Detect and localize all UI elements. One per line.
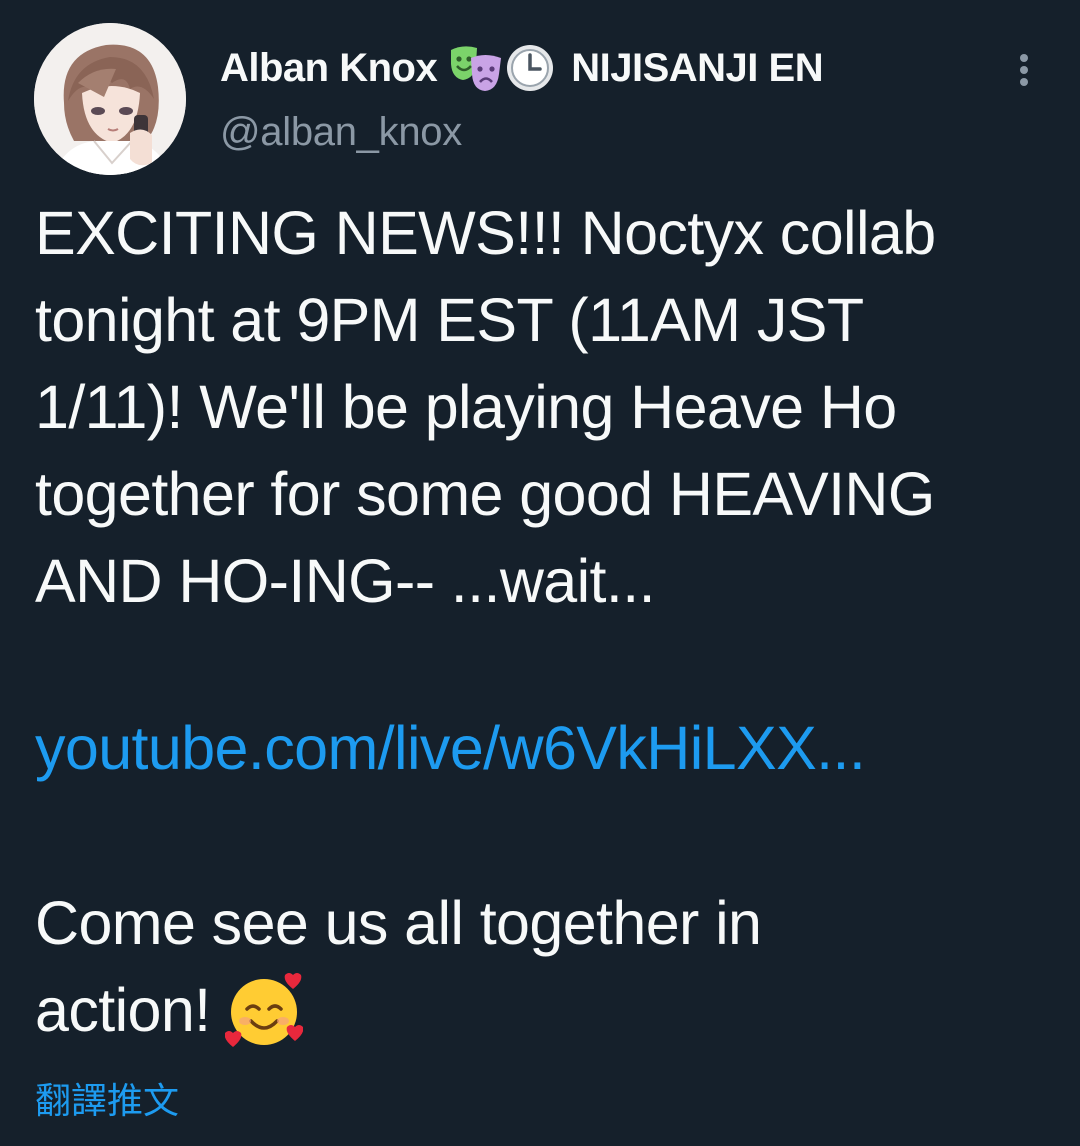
- more-options-icon[interactable]: [1006, 50, 1042, 90]
- translate-tweet-link[interactable]: 翻譯推文: [35, 1072, 179, 1124]
- tweet[interactable]: Alban Knox NIJISANJI EN @alban_knox EXCI…: [0, 0, 1080, 1146]
- smiling-face-with-hearts-icon: [224, 971, 303, 1049]
- avatar-image: [34, 23, 186, 175]
- tweet-link[interactable]: youtube.com/live/w6VkHiLXX...: [35, 705, 866, 792]
- tweet-body: EXCITING NEWS!!! Noctyx collab tonight a…: [35, 190, 1065, 625]
- user-handle[interactable]: @alban_knox: [220, 110, 462, 155]
- tweet-closing: Come see us all together in action!: [35, 880, 1065, 1054]
- closing-line-2: action!: [35, 976, 211, 1044]
- affiliation-label: NIJISANJI EN: [571, 45, 824, 90]
- name-row: Alban Knox NIJISANJI EN: [220, 42, 824, 94]
- display-name[interactable]: Alban Knox: [220, 46, 438, 91]
- closing-line-1: Come see us all together in: [35, 889, 762, 957]
- performing-arts-icon: [449, 44, 503, 92]
- avatar[interactable]: [34, 23, 186, 175]
- tweet-body-text: EXCITING NEWS!!! Noctyx collab tonight a…: [35, 199, 936, 615]
- clock-icon: [505, 43, 555, 93]
